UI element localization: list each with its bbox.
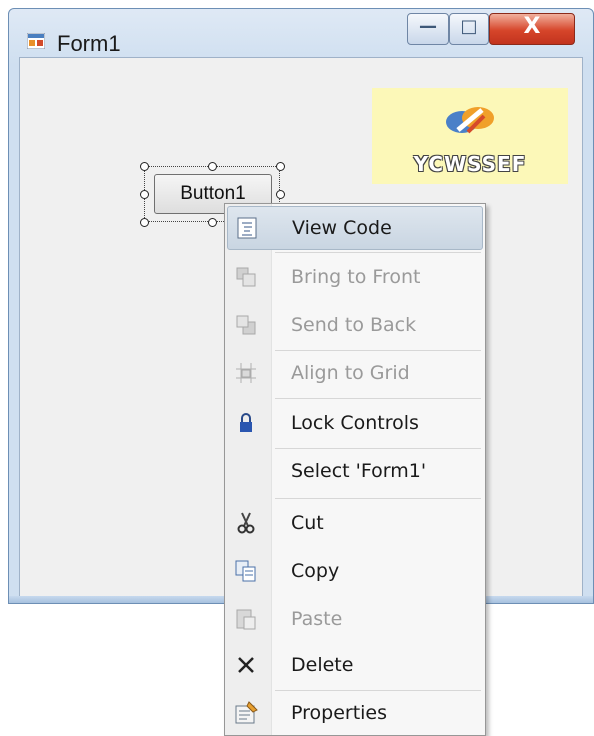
menu-item-cut[interactable]: Cut (227, 502, 483, 546)
bring-to-front-icon (236, 267, 256, 287)
close-button[interactable]: X (489, 13, 575, 45)
menu-item-label: Bring to Front (291, 266, 421, 288)
menu-item-paste[interactable]: Paste (227, 598, 483, 642)
menu-separator (275, 498, 481, 499)
form-icon (27, 33, 45, 49)
menu-item-label: View Code (292, 217, 392, 239)
menu-separator (275, 252, 481, 253)
menu-item-view-code[interactable]: View Code (227, 206, 483, 250)
menu-item-label: Lock Controls (291, 412, 419, 434)
menu-item-properties[interactable]: Properties (227, 692, 483, 736)
minimize-button[interactable]: — (407, 13, 449, 45)
menu-separator (275, 398, 481, 399)
menu-item-select-form1[interactable]: Select 'Form1' (227, 450, 483, 494)
menu-item-label: Properties (291, 702, 388, 724)
logo-emblem-icon (446, 107, 494, 134)
resize-handle-nw[interactable] (140, 162, 149, 171)
menu-item-label: Paste (291, 608, 343, 630)
title-bar[interactable]: Form1 — □ X (9, 9, 593, 57)
scissors-icon (237, 512, 255, 534)
menu-separator (275, 350, 481, 351)
maximize-icon: □ (460, 16, 478, 37)
menu-item-label: Align to Grid (291, 362, 410, 384)
maximize-button[interactable]: □ (449, 13, 489, 45)
align-to-grid-icon (236, 363, 256, 383)
resize-handle-s[interactable] (208, 218, 217, 227)
properties-icon (235, 701, 258, 724)
context-menu: View Code Bring to Front Send to Back Al… (224, 203, 486, 736)
resize-handle-e[interactable] (276, 190, 285, 199)
menu-item-bring-to-front[interactable]: Bring to Front (227, 256, 483, 300)
menu-item-copy[interactable]: Copy (227, 550, 483, 594)
send-to-back-icon (236, 315, 256, 335)
menu-item-label: Select 'Form1' (291, 460, 427, 482)
resize-handle-ne[interactable] (276, 162, 285, 171)
menu-item-align-to-grid[interactable]: Align to Grid (227, 352, 483, 396)
menu-item-label: Send to Back (291, 314, 417, 336)
minimize-icon: — (419, 16, 437, 37)
close-icon: X (523, 14, 541, 39)
window-title: Form1 (57, 31, 121, 56)
menu-separator (275, 690, 481, 691)
paste-icon (236, 609, 256, 630)
view-code-icon (237, 217, 257, 239)
menu-item-send-to-back[interactable]: Send to Back (227, 304, 483, 348)
menu-item-lock-controls[interactable]: Lock Controls (227, 402, 483, 446)
logo-text: YCWSSEF (413, 152, 527, 176)
menu-item-delete[interactable]: Delete (227, 644, 483, 688)
copy-icon (235, 560, 256, 582)
menu-item-label: Delete (291, 654, 354, 676)
logo-picture[interactable]: YCWSSEF (372, 88, 568, 184)
resize-handle-w[interactable] (140, 190, 149, 199)
menu-item-label: Cut (291, 512, 324, 534)
lock-icon (240, 413, 252, 432)
resize-handle-sw[interactable] (140, 218, 149, 227)
menu-separator (275, 448, 481, 449)
delete-x-icon (238, 657, 254, 673)
menu-item-label: Copy (291, 560, 340, 582)
resize-handle-n[interactable] (208, 162, 217, 171)
